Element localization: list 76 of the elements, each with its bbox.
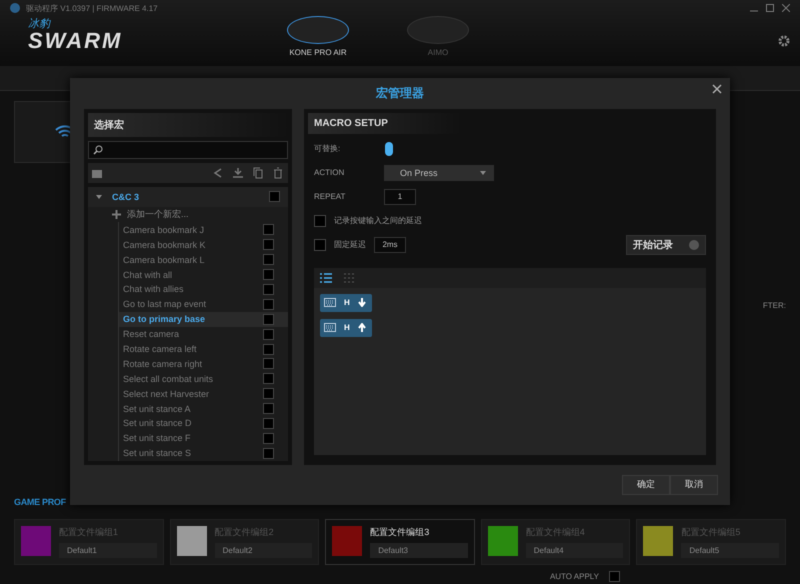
field-label: 可替换: bbox=[314, 143, 342, 154]
macro-item[interactable]: Set unit stance F bbox=[118, 430, 288, 446]
profile-field[interactable]: Default3 bbox=[370, 543, 468, 558]
mouse-icon bbox=[384, 140, 394, 157]
keyboard-icon bbox=[324, 323, 336, 332]
macro-item[interactable]: Rotate camera left bbox=[118, 342, 288, 356]
grid-view-icon[interactable] bbox=[344, 272, 354, 283]
logo-subtitle: 冰豹 bbox=[28, 17, 52, 31]
macro-item[interactable]: Reset camera bbox=[118, 326, 288, 342]
share-icon[interactable] bbox=[212, 166, 224, 179]
close-icon[interactable] bbox=[782, 4, 790, 12]
caret-icon bbox=[480, 170, 486, 175]
expander-icon[interactable] bbox=[96, 194, 102, 200]
repeat-field[interactable]: 1 bbox=[384, 188, 416, 205]
key-event[interactable]: H bbox=[320, 318, 372, 337]
profile-slot[interactable]: 配置文件编组3 Default3 bbox=[325, 519, 475, 565]
profile-slot[interactable]: 配置文件编组1 Default1 bbox=[14, 519, 164, 565]
profile-field[interactable]: Default2 bbox=[214, 543, 312, 558]
profile-name: 配置文件编组3 bbox=[370, 526, 430, 539]
settings-icon[interactable] bbox=[778, 35, 790, 47]
action-dropdown[interactable]: On Press bbox=[384, 164, 494, 181]
profile-name: 配置文件编组2 bbox=[214, 526, 275, 539]
checkbox-label: 记录按键输入之间的延迟 bbox=[334, 215, 422, 226]
logo-text: SWARM bbox=[28, 31, 124, 51]
setting-label: FTER: bbox=[762, 301, 786, 310]
up-arrow-icon bbox=[358, 323, 366, 332]
macro-item[interactable]: Chat with allies bbox=[118, 282, 288, 297]
search-icon bbox=[93, 144, 103, 155]
profile-field[interactable]: Default4 bbox=[526, 543, 624, 558]
macro-item[interactable]: Camera bookmark L bbox=[118, 252, 288, 268]
field-label: ACTION bbox=[314, 168, 346, 178]
window-title: 驱动程序 V1.0397 | FIRMWARE 4.17 bbox=[26, 2, 158, 14]
checkbox[interactable] bbox=[314, 214, 326, 227]
profile-field[interactable]: Default1 bbox=[59, 543, 157, 558]
auto-apply-label: AUTO APPLY bbox=[550, 572, 599, 581]
macro-item[interactable]: Select all combat units bbox=[118, 371, 288, 386]
profile-name: 配置文件编组5 bbox=[681, 526, 742, 539]
dialog-button[interactable]: 确定 bbox=[622, 474, 670, 495]
close-icon[interactable] bbox=[712, 84, 722, 94]
profile-slot[interactable]: 配置文件编组2 Default2 bbox=[170, 519, 320, 565]
dialog-button[interactable]: 取消 bbox=[670, 474, 718, 495]
checkbox[interactable] bbox=[609, 571, 620, 582]
maximize-icon[interactable] bbox=[766, 4, 774, 12]
macro-item[interactable]: Set unit stance A bbox=[118, 401, 288, 416]
profile-field[interactable]: Default5 bbox=[681, 543, 779, 558]
list-view-icon[interactable] bbox=[320, 272, 332, 283]
profile-name: 配置文件编组1 bbox=[59, 526, 120, 539]
add-macro-item[interactable]: 添加一个新宏... bbox=[88, 206, 288, 222]
copy-icon[interactable] bbox=[252, 166, 264, 179]
checkbox-label: 固定延迟 bbox=[334, 239, 366, 250]
trash-icon[interactable] bbox=[272, 166, 284, 179]
search-field[interactable] bbox=[88, 140, 288, 159]
down-arrow-icon bbox=[358, 298, 366, 308]
keyboard-icon bbox=[324, 298, 336, 308]
macro-item[interactable]: Chat with all bbox=[118, 267, 288, 282]
checkbox[interactable] bbox=[314, 238, 326, 251]
dialog-title: 宏管理器 bbox=[376, 84, 424, 102]
macro-item[interactable]: Select next Harvester bbox=[118, 386, 288, 402]
app-logo-icon bbox=[10, 3, 20, 13]
profile-slot[interactable]: 配置文件编组5 Default5 bbox=[636, 519, 786, 565]
macro-item[interactable]: Camera bookmark J bbox=[118, 222, 288, 238]
record-button[interactable]: 开始记录 bbox=[626, 234, 706, 255]
plus-icon bbox=[112, 210, 121, 220]
macro-item[interactable]: Camera bookmark K bbox=[118, 237, 288, 252]
profile-slot[interactable]: 配置文件编组4 Default4 bbox=[480, 519, 630, 565]
field-label: REPEAT bbox=[314, 192, 346, 202]
macro-item[interactable]: Set unit stance D bbox=[118, 416, 288, 431]
delay-field[interactable]: 2ms bbox=[374, 236, 406, 253]
macro-group[interactable]: C&C 3 bbox=[88, 186, 288, 207]
profile-name: 配置文件编组4 bbox=[526, 526, 586, 539]
macro-item[interactable]: Go to primary base bbox=[118, 312, 288, 327]
section-title: GAME PROF bbox=[14, 496, 67, 509]
macro-item[interactable]: Set unit stance S bbox=[118, 446, 288, 461]
download-icon[interactable] bbox=[232, 166, 244, 179]
macro-item[interactable]: Rotate camera right bbox=[118, 356, 288, 372]
key-event[interactable]: H bbox=[320, 294, 372, 312]
